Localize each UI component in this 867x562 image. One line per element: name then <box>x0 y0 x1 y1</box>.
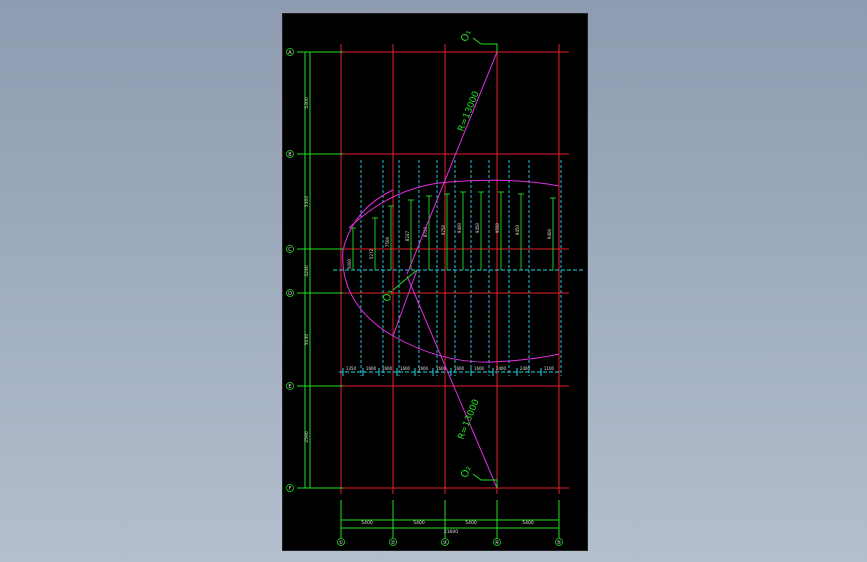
chain-value: 1600 <box>382 366 393 371</box>
row-dimension: 5300 <box>304 97 310 109</box>
ordinate-value: 9250 <box>441 224 446 235</box>
column-dimension: 5400 <box>361 520 373 526</box>
row-axis-label: B <box>288 152 292 158</box>
column-axis-label: ⑤ <box>557 540 561 546</box>
cad-drawing-viewport[interactable]: ABCDEF 5300 5300 4240 5030 2590 ①②③④⑤ 5400 54… <box>282 13 588 551</box>
column-axis-label: ② <box>391 540 396 546</box>
row-axis-label: C <box>288 247 292 253</box>
ordinate-value: 9450 <box>515 224 520 235</box>
row-dimension: 5300 <box>304 196 310 208</box>
chain-value: 1100 <box>544 366 555 371</box>
row-axis-label: E <box>288 384 291 390</box>
row-dimension: 2590 <box>304 431 310 443</box>
column-axis-label: ① <box>339 540 344 546</box>
chain-value: 1600 <box>454 366 465 371</box>
column-dimension-texts: 5400 5400 5400 5400 <box>361 520 534 526</box>
column-axis-labels: ① ② ③ ④ ⑤ <box>337 538 563 546</box>
ordinate-value: 7500 <box>385 236 390 247</box>
chain-value: 2400 <box>496 366 507 371</box>
center-leader-bottom <box>472 473 498 488</box>
chain-value: 1600 <box>474 366 485 371</box>
column-axis-label: ③ <box>443 540 447 546</box>
row-dimension: 4240 <box>304 265 310 277</box>
ordinate-value: 9400 <box>457 222 462 233</box>
row-dimension: 5030 <box>304 334 310 346</box>
ordinate-value: 9450 <box>475 222 480 233</box>
chain-value: 1600 <box>366 366 377 371</box>
column-axis-label: ④ <box>495 540 500 546</box>
row-axis-label: F <box>289 486 292 492</box>
center-label-bottom: O₂ <box>459 464 473 479</box>
column-dimension: 5400 <box>465 520 477 526</box>
arc-layout-plan: ABCDEF 53005300424050302590 ①②③④⑤ 5400 54… <box>286 28 585 546</box>
chain-value: 1600 <box>418 366 429 371</box>
column-dimension: 5400 <box>413 520 425 526</box>
chain-value: 2400 <box>520 366 531 371</box>
ordinate-value: 5272 <box>369 248 374 259</box>
center-leader-top <box>472 37 498 52</box>
radius-line-lower <box>406 275 498 489</box>
center-label-mid: O₃ <box>381 288 395 303</box>
row-axis-labels: A B C D E F <box>286 48 294 492</box>
chain-value: 1600 <box>400 366 411 371</box>
radius-line-upper <box>406 51 498 275</box>
radius-label-upper: R=13000 <box>457 90 482 133</box>
row-axis-label: A <box>288 50 292 56</box>
ordinate-value: 8247 <box>405 230 410 241</box>
ordinate-value: 9400 <box>547 228 552 239</box>
overall-dimension: 21600 <box>444 529 458 535</box>
chain-value: 1600 <box>436 366 447 371</box>
center-label-top: O₁ <box>459 28 473 43</box>
row-axis-label: D <box>288 291 292 297</box>
upper-arc <box>348 179 560 229</box>
column-dimension: 5400 <box>522 520 534 526</box>
ordinate-value: 9550 <box>495 222 500 233</box>
ordinate-value: 5000 <box>347 258 352 269</box>
chain-value: 1350 <box>346 366 357 371</box>
left-arc <box>342 189 560 363</box>
radius-label-lower: R=13000 <box>457 398 482 441</box>
